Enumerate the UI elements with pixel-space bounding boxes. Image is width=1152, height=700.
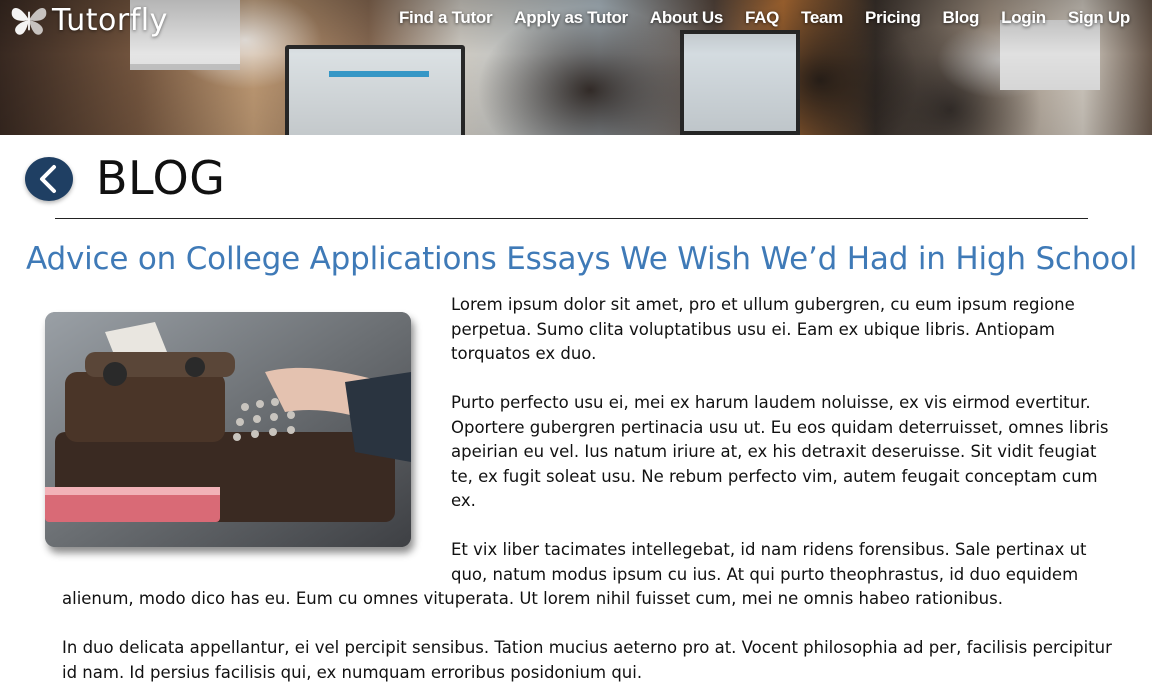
nav-faq[interactable]: FAQ [745,8,779,28]
nav-team[interactable]: Team [801,8,843,28]
post-title: Advice on College Applications Essays We… [26,241,1138,277]
hero-header: Tutorfly Find a Tutor Apply as Tutor Abo… [0,0,1152,135]
hero-background-monitor [285,45,465,135]
main-nav: Find a Tutor Apply as Tutor About Us FAQ… [377,8,1130,28]
nav-blog[interactable]: Blog [943,8,980,28]
nav-about-us[interactable]: About Us [650,8,723,28]
title-divider [55,218,1088,219]
nav-apply-tutor[interactable]: Apply as Tutor [514,8,628,28]
chevron-left-icon [40,165,56,193]
article-paragraph: In duo delicata appellantur, ei vel perc… [62,638,1112,682]
hero-background-monitor [1000,20,1100,90]
page-title: BLOG [96,151,226,205]
butterfly-icon [10,2,48,38]
brand-logo[interactable]: Tutorfly [10,2,168,38]
back-button[interactable] [25,157,73,201]
nav-pricing[interactable]: Pricing [865,8,921,28]
nav-sign-up[interactable]: Sign Up [1068,8,1130,28]
nav-login[interactable]: Login [1001,8,1046,28]
nav-find-tutor[interactable]: Find a Tutor [399,8,493,28]
brand-name: Tutorfly [52,2,168,38]
article-body: Lorem ipsum dolor sit amet, pro et ullum… [62,293,1112,700]
hero-background-monitor [680,30,800,135]
